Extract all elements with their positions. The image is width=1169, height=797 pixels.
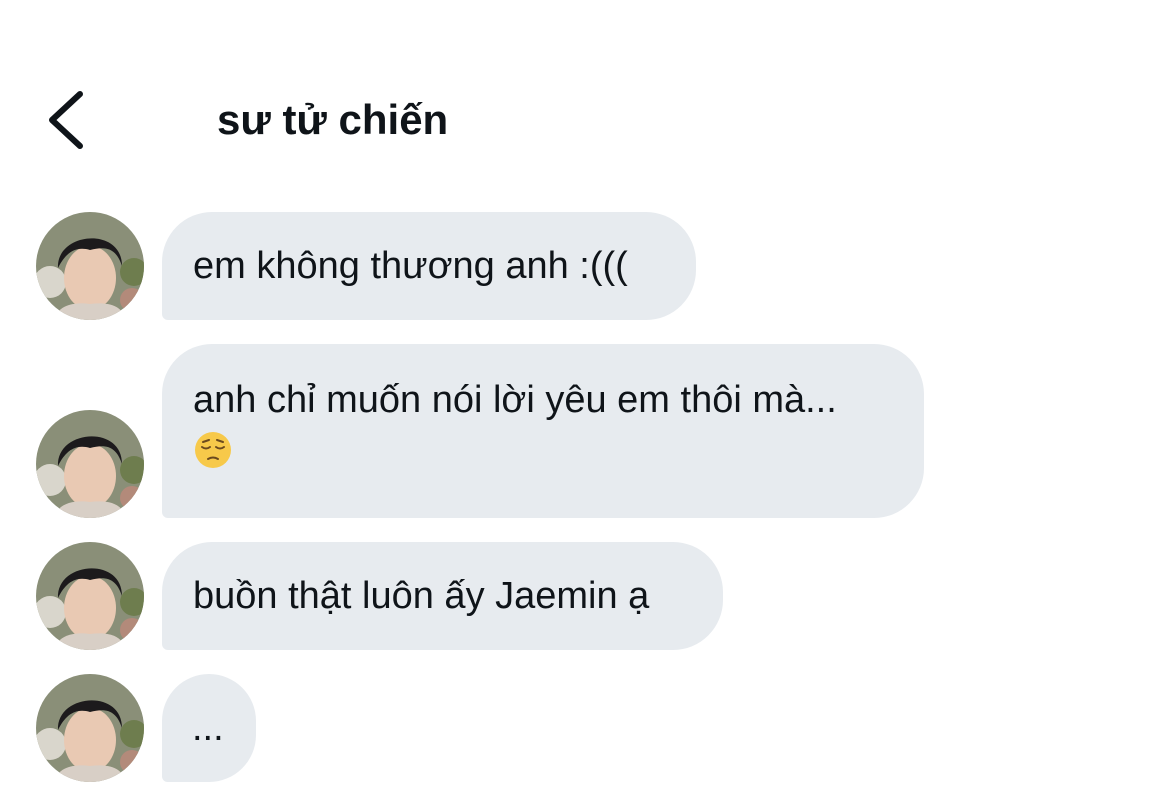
chat-header: sư tử chiến bbox=[0, 0, 1169, 190]
message-bubble[interactable]: buồn thật luôn ấy Jaemin ạ bbox=[162, 542, 723, 650]
message-text: em không thương anh :((( bbox=[193, 245, 628, 287]
chevron-left-icon bbox=[49, 91, 83, 149]
back-button[interactable] bbox=[36, 82, 96, 158]
avatar[interactable] bbox=[36, 410, 144, 518]
pensive-face-emoji bbox=[195, 432, 231, 468]
message-bubble[interactable]: ... bbox=[162, 674, 256, 782]
message-bubble[interactable]: em không thương anh :((( bbox=[162, 212, 696, 320]
message-text: anh chỉ muốn nói lời yêu em thôi mà... bbox=[193, 379, 837, 421]
avatar[interactable] bbox=[36, 674, 144, 782]
avatar[interactable] bbox=[36, 212, 144, 320]
avatar[interactable] bbox=[36, 542, 144, 650]
conversation-title: sư tử chiến bbox=[217, 96, 449, 143]
message-text: buồn thật luôn ấy Jaemin ạ bbox=[193, 575, 650, 617]
message-text: ... bbox=[192, 707, 224, 749]
message-bubble[interactable]: anh chỉ muốn nói lời yêu em thôi mà... bbox=[162, 344, 924, 518]
